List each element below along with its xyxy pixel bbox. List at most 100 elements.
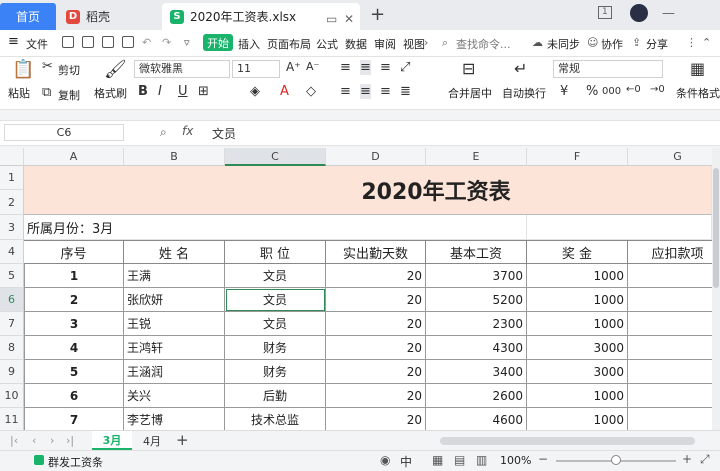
data-cell-f5[interactable]: 1000: [527, 264, 628, 288]
name-box[interactable]: C6: [4, 124, 124, 141]
data-cell-d9[interactable]: 20: [326, 360, 426, 384]
data-cell-e10[interactable]: 2600: [426, 384, 527, 408]
preview-icon[interactable]: [122, 36, 134, 48]
percent-button[interactable]: %: [586, 84, 598, 99]
vertical-scrollbar-thumb[interactable]: [713, 168, 719, 288]
data-cell-a9[interactable]: 5: [24, 360, 124, 384]
monitor-icon[interactable]: ▭: [326, 12, 337, 26]
menu-more-icon[interactable]: ›: [424, 36, 428, 49]
align-middle-icon[interactable]: ≡: [360, 60, 371, 75]
normal-view-icon[interactable]: ▦: [432, 453, 443, 467]
align-left-icon[interactable]: ≡: [340, 84, 351, 99]
header-cell-c[interactable]: 职 位: [225, 240, 326, 264]
sheet-tab-march[interactable]: 3月: [92, 431, 132, 450]
tab-daoke[interactable]: D 稻壳: [58, 3, 160, 30]
zoom-level[interactable]: 100%: [500, 454, 531, 467]
month-label-cell[interactable]: 所属月份：3月: [24, 215, 527, 240]
data-cell-f7[interactable]: 1000: [527, 312, 628, 336]
formula-input[interactable]: 文员: [212, 125, 236, 142]
wrap-text-button[interactable]: 自动换行: [502, 85, 546, 101]
font-shrink-icon[interactable]: A⁻: [306, 60, 319, 73]
horizontal-scrollbar[interactable]: [440, 437, 695, 445]
justify-icon[interactable]: ≣: [400, 84, 411, 99]
column-header-c[interactable]: C: [225, 148, 326, 166]
export-icon[interactable]: [82, 36, 94, 48]
data-cell-a11[interactable]: 7: [24, 408, 124, 430]
data-cell-g7[interactable]: 1: [628, 312, 712, 336]
data-cell-b10[interactable]: 关兴: [124, 384, 225, 408]
data-cell-b6[interactable]: 张欣妍: [124, 288, 225, 312]
data-cell-f6[interactable]: 1000: [527, 288, 628, 312]
data-cell-g10[interactable]: [628, 384, 712, 408]
clipboard-icon[interactable]: 📋: [12, 59, 34, 80]
sync-status[interactable]: 未同步: [547, 36, 580, 52]
zoom-lookup-icon[interactable]: ⌕: [160, 125, 167, 140]
search-icon[interactable]: ⌕: [442, 36, 448, 50]
command-search[interactable]: 查找命令...: [456, 36, 511, 52]
header-cell-g[interactable]: 应扣款项: [628, 240, 712, 264]
selected-cell-c6[interactable]: 文员: [225, 288, 326, 312]
data-cell-e8[interactable]: 4300: [426, 336, 527, 360]
clear-format-icon[interactable]: ◇: [306, 84, 316, 99]
tab-home[interactable]: 首页: [0, 3, 56, 30]
avatar[interactable]: [630, 4, 648, 22]
fullscreen-icon[interactable]: ⤢: [700, 452, 710, 467]
add-sheet-button[interactable]: +: [176, 431, 189, 449]
header-cell-b[interactable]: 姓 名: [124, 240, 225, 264]
data-cell-a7[interactable]: 3: [24, 312, 124, 336]
header-cell-f[interactable]: 奖 金: [527, 240, 628, 264]
align-top-icon[interactable]: ≡: [340, 60, 351, 75]
row-header-2[interactable]: 2: [0, 190, 24, 215]
data-cell-b7[interactable]: 王锐: [124, 312, 225, 336]
row-header-1[interactable]: 1: [0, 166, 24, 190]
data-cell-e11[interactable]: 4600: [426, 408, 527, 430]
data-cell-e5[interactable]: 3700: [426, 264, 527, 288]
zoom-out-icon[interactable]: −: [538, 452, 548, 466]
underline-button[interactable]: U: [178, 84, 188, 99]
row-header-4[interactable]: 4: [0, 240, 24, 264]
row-header-5[interactable]: 5: [0, 264, 24, 288]
data-cell-d5[interactable]: 20: [326, 264, 426, 288]
eye-protection-icon[interactable]: ◉: [380, 453, 390, 467]
data-cell-g5[interactable]: [628, 264, 712, 288]
vertical-scrollbar[interactable]: [712, 148, 720, 430]
data-cell-f9[interactable]: 3000: [527, 360, 628, 384]
paste-button[interactable]: 粘贴: [8, 85, 30, 101]
menu-file[interactable]: 文件: [26, 36, 48, 52]
align-center-icon[interactable]: ≡: [360, 84, 371, 99]
title-cell[interactable]: 2020年工资表: [24, 166, 712, 215]
merge-center-button[interactable]: 合并居中: [448, 85, 492, 101]
hamburger-icon[interactable]: ≡: [8, 34, 19, 49]
decrease-decimal-icon[interactable]: →0: [650, 84, 665, 95]
conditional-format-button[interactable]: 条件格式: [676, 85, 720, 101]
orientation-icon[interactable]: ⤢: [400, 60, 410, 75]
currency-button[interactable]: ¥: [560, 84, 568, 99]
number-format-select[interactable]: 常规: [553, 60, 663, 78]
data-cell-c11[interactable]: 技术总监: [225, 408, 326, 430]
menu-formula[interactable]: 公式: [316, 36, 338, 52]
data-cell-a10[interactable]: 6: [24, 384, 124, 408]
sheet-tab-april[interactable]: 4月: [134, 431, 170, 450]
print-icon[interactable]: [102, 36, 114, 48]
data-cell-d10[interactable]: 20: [326, 384, 426, 408]
zoom-in-icon[interactable]: +: [682, 452, 692, 466]
data-cell-c8[interactable]: 财务: [225, 336, 326, 360]
customize-icon[interactable]: ▿: [184, 36, 190, 49]
row-header-6[interactable]: 6: [0, 288, 24, 312]
align-bottom-icon[interactable]: ≡: [380, 60, 391, 75]
menu-page-layout[interactable]: 页面布局: [267, 36, 311, 52]
new-tab-button[interactable]: +: [370, 4, 385, 25]
tab-file[interactable]: S 2020年工资表.xlsx ▭ ✕: [162, 3, 360, 30]
data-cell-c7[interactable]: 文员: [225, 312, 326, 336]
more-icon[interactable]: ⋮: [686, 36, 697, 49]
data-cell-b9[interactable]: 王涵润: [124, 360, 225, 384]
empty-cell[interactable]: [527, 215, 712, 240]
page-break-view-icon[interactable]: ▥: [476, 453, 487, 467]
menu-start[interactable]: 开始: [203, 34, 233, 51]
row-header-9[interactable]: 9: [0, 360, 24, 384]
cut-button[interactable]: 剪切: [58, 62, 80, 78]
data-cell-d6[interactable]: 20: [326, 288, 426, 312]
data-cell-f8[interactable]: 3000: [527, 336, 628, 360]
font-grow-icon[interactable]: A⁺: [286, 60, 301, 74]
data-cell-b11[interactable]: 李艺博: [124, 408, 225, 430]
